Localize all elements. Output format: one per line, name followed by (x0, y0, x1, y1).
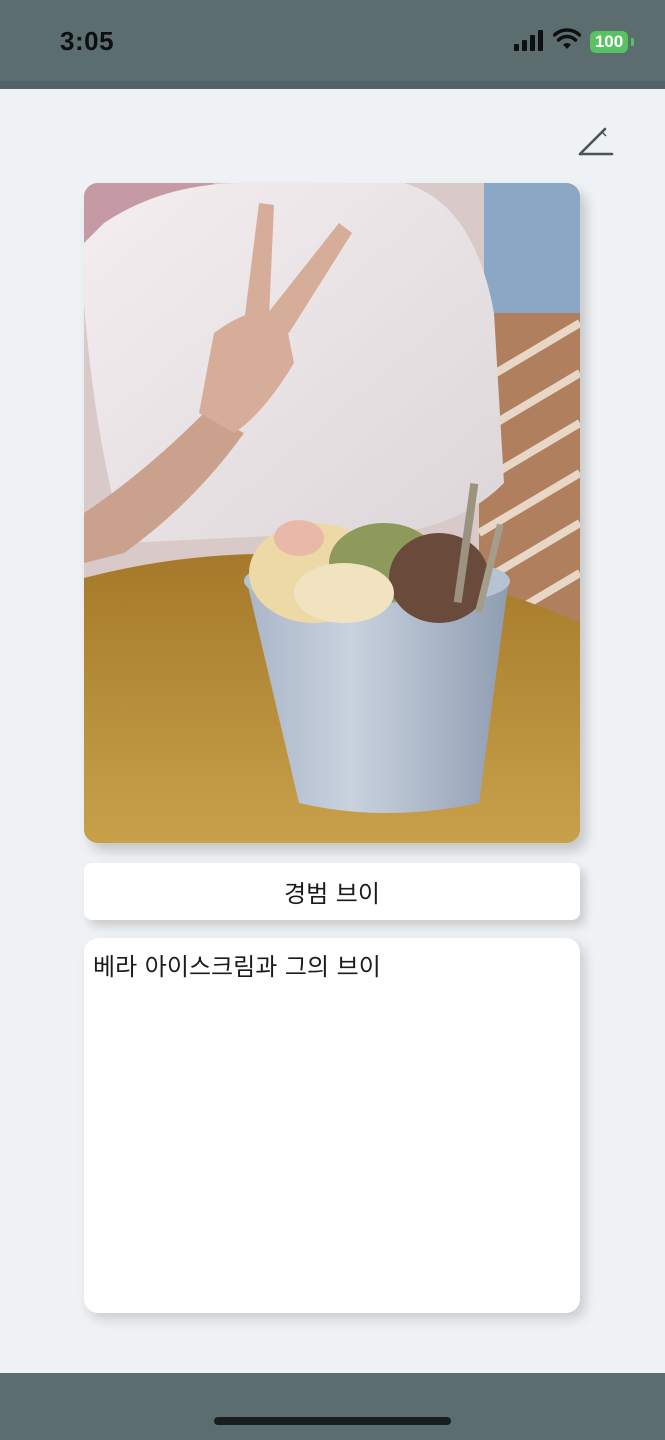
status-bar: 3:05 100 (0, 0, 665, 89)
memo-field[interactable]: 베라 아이스크림과 그의 브이 (84, 938, 580, 1313)
bottom-bar (0, 1373, 665, 1440)
post-photo (84, 183, 580, 843)
battery-icon: 100 (590, 31, 634, 53)
battery-level: 100 (594, 32, 624, 51)
home-indicator[interactable] (214, 1417, 451, 1425)
pencil-icon[interactable] (576, 124, 616, 160)
status-time: 3:05 (60, 26, 115, 56)
wifi-icon (553, 28, 581, 49)
title-field[interactable]: 경범 브이 (84, 863, 580, 920)
signal-icon (514, 30, 543, 51)
memo-text: 베라 아이스크림과 그의 브이 (93, 953, 381, 981)
title-text: 경범 브이 (284, 880, 380, 908)
